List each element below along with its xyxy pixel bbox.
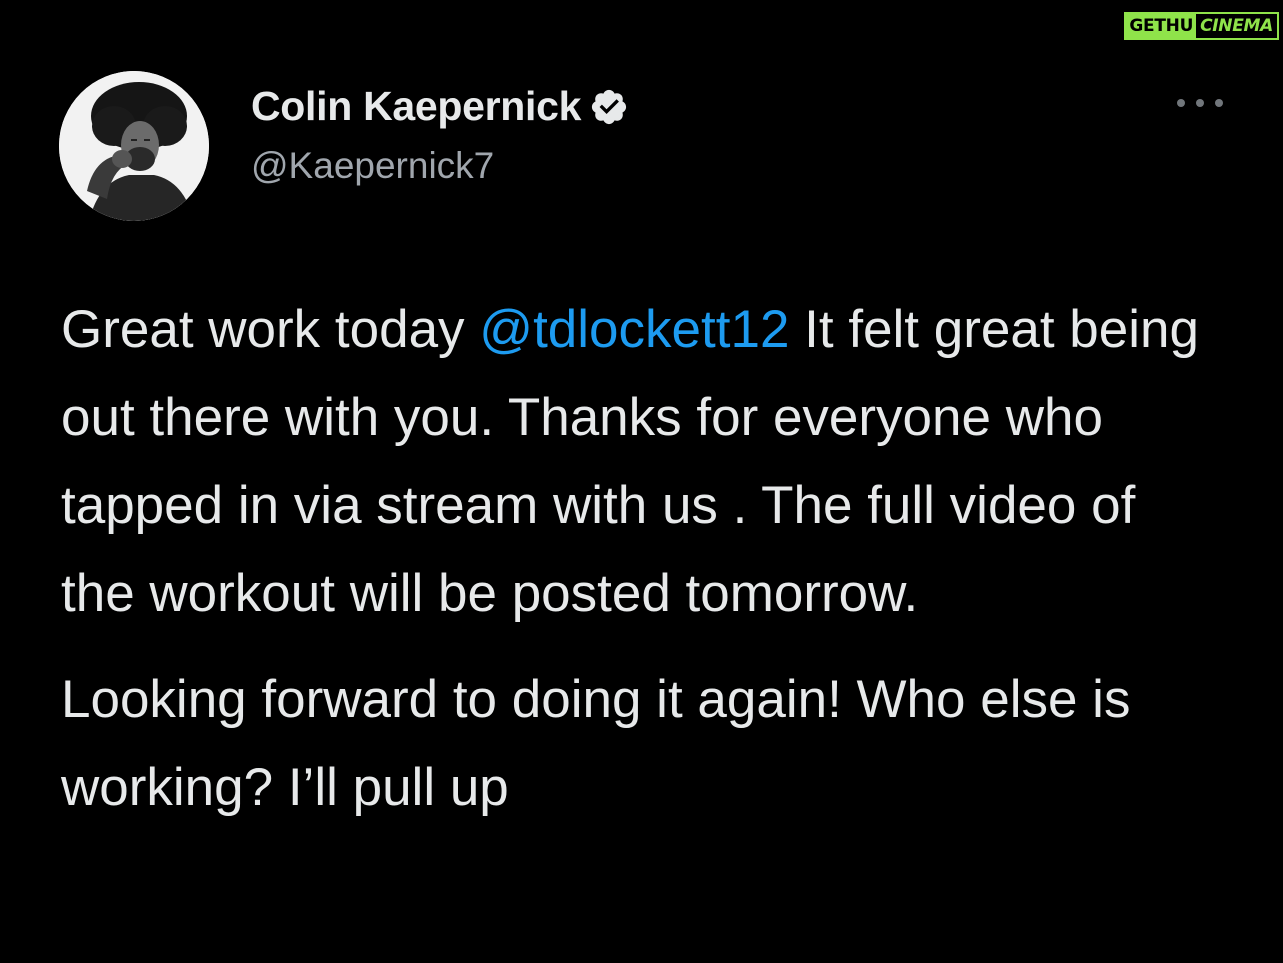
author-name-row[interactable]: Colin Kaepernick bbox=[251, 83, 629, 130]
more-options-button[interactable] bbox=[1177, 93, 1223, 113]
profile-avatar[interactable] bbox=[59, 71, 209, 221]
author-display-name[interactable]: Colin Kaepernick bbox=[251, 83, 581, 130]
tweet-text-before-mention: Great work today bbox=[61, 300, 480, 359]
mention-link[interactable]: @tdlockett12 bbox=[479, 300, 789, 359]
profile-photo-icon bbox=[59, 71, 209, 221]
more-dot-icon bbox=[1177, 99, 1185, 107]
tweet-header: Colin Kaepernick @Kaepernick7 bbox=[59, 71, 1223, 221]
watermark-part-1: GETHU bbox=[1126, 14, 1197, 38]
tweet-body: Great work today @tdlockett12 It felt gr… bbox=[61, 286, 1221, 832]
tweet-paragraph-1: Great work today @tdlockett12 It felt gr… bbox=[61, 286, 1221, 638]
tweet-paragraph-2: Looking forward to doing it again! Who e… bbox=[61, 670, 1131, 817]
watermark-part-2: CINEMA bbox=[1196, 14, 1277, 38]
verified-badge-icon bbox=[592, 89, 627, 124]
author-handle[interactable]: @Kaepernick7 bbox=[251, 145, 494, 187]
watermark-logo: GETHU CINEMA bbox=[1124, 12, 1279, 40]
more-dot-icon bbox=[1215, 99, 1223, 107]
more-dot-icon bbox=[1196, 99, 1204, 107]
